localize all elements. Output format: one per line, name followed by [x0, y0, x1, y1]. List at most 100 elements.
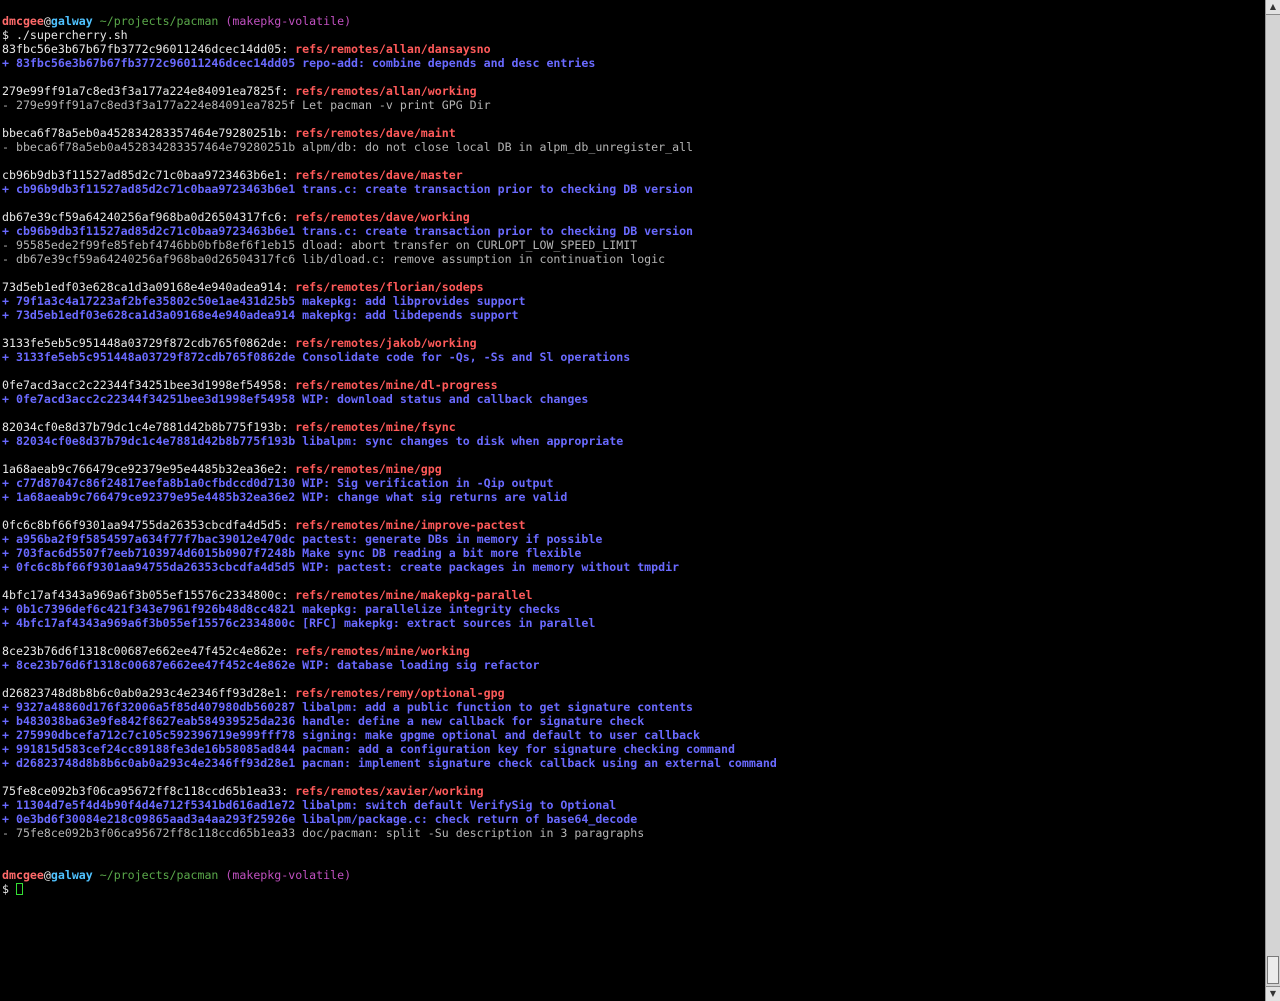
commit-sha: cb96b9db3f11527ad85d2c71c0baa9723463b6e1 — [15, 182, 296, 196]
commit-message: alpm/db: do not close local DB in alpm_d… — [302, 140, 694, 154]
branch-head-sha: 0fc6c8bf66f9301aa94755da26353cbcdfa4d5d5 — [2, 518, 282, 532]
branch-head-sha: 8ce23b76d6f1318c00687e662ee47f452c4e862e — [2, 644, 282, 658]
commit-sign: + — [2, 756, 9, 770]
branch-ref: refs/remotes/xavier/working — [295, 784, 484, 798]
commit-message: Let pacman -v print GPG Dir — [302, 98, 491, 112]
branch-ref: refs/remotes/remy/optional-gpg — [295, 686, 505, 700]
commit-sign: + — [2, 308, 9, 322]
commit-line-added: + 0e3bd6f30084e218c09865aad3a4aa293f2592… — [2, 812, 1264, 826]
commit-sign: + — [2, 602, 9, 616]
commit-message: pactest: generate DBs in memory if possi… — [302, 532, 603, 546]
commit-message: makepkg: add libdepends support — [302, 308, 519, 322]
scroll-down-icon[interactable]: ▼ — [1266, 986, 1280, 1001]
branch-head-sha: 3133fe5eb5c951448a03729f872cdb765f0862de — [2, 336, 282, 350]
commit-sha: 73d5eb1edf03e628ca1d3a09168e4e940adea914 — [15, 308, 296, 322]
branch-head-sha: 279e99ff91a7c8ed3f3a177a224e84091ea7825f — [2, 84, 282, 98]
commit-sha: d26823748d8b8b6c0ab0a293c4e2346ff93d28e1 — [15, 756, 296, 770]
commit-sha: 4bfc17af4343a969a6f3b055ef15576c2334800c — [15, 616, 296, 630]
commit-line-added: + 9327a48860d176f32006a5f85d407980db5602… — [2, 700, 1264, 714]
prompt-line: dmcgee@galway ~/projects/pacman (makepkg… — [2, 14, 1264, 28]
commit-sha: 991815d583cef24cc89188fe3de16b58085ad844 — [15, 742, 296, 756]
command-line: $ ./supercherry.sh — [2, 28, 1264, 42]
prompt-at: @ — [43, 14, 51, 28]
commit-message: pacman: add a configuration key for sign… — [302, 742, 735, 756]
branch-header: 279e99ff91a7c8ed3f3a177a224e84091ea7825f… — [2, 84, 477, 98]
commit-sign: - — [2, 826, 9, 840]
input-line[interactable]: $ — [2, 882, 1264, 896]
commit-sha: 8ce23b76d6f1318c00687e662ee47f452c4e862e — [15, 658, 296, 672]
commit-message: libalpm: switch default VerifySig to Opt… — [302, 798, 617, 812]
commit-message: doc/pacman: split -Su description in 3 p… — [302, 826, 645, 840]
commit-sha: db67e39cf59a64240256af968ba0d26504317fc6 — [15, 252, 296, 266]
branch-header: 83fbc56e3b67b67fb3772c96011246dcec14dd05… — [2, 42, 491, 56]
commit-sign: + — [2, 616, 9, 630]
branch-header: 73d5eb1edf03e628ca1d3a09168e4e940adea914… — [2, 280, 484, 294]
prompt-line: dmcgee@galway ~/projects/pacman (makepkg… — [2, 868, 1264, 882]
prompt-branch: (makepkg-volatile) — [225, 868, 352, 882]
commit-sign: + — [2, 560, 9, 574]
commit-sha: 1a68aeab9c766479ce92379e95e4485b32ea36e2 — [15, 490, 296, 504]
commit-line-added: + 0b1c7396def6c421f343e7961f926b48d8cc48… — [2, 602, 1264, 616]
commit-message: WIP: change what sig returns are valid — [302, 490, 568, 504]
branch-head-sha: d26823748d8b8b6c0ab0a293c4e2346ff93d28e1 — [2, 686, 282, 700]
commit-message: [RFC] makepkg: extract sources in parall… — [302, 616, 596, 630]
scroll-up-icon[interactable]: ▲ — [1266, 0, 1280, 15]
text-cursor[interactable] — [15, 883, 23, 895]
branch-ref: refs/remotes/dave/master — [295, 168, 463, 182]
branch-head-sha: bbeca6f78a5eb0a452834283357464e79280251b — [2, 126, 282, 140]
commit-line-removed: - db67e39cf59a64240256af968ba0d26504317f… — [2, 252, 1264, 266]
prompt-symbol: $ — [2, 882, 9, 896]
branch-header: db67e39cf59a64240256af968ba0d26504317fc6… — [2, 210, 470, 224]
commit-message: WIP: Sig verification in -Qip output — [302, 476, 554, 490]
commit-sha: 279e99ff91a7c8ed3f3a177a224e84091ea7825f — [15, 98, 296, 112]
branch-ref: refs/remotes/mine/fsync — [295, 420, 456, 434]
commit-line-added: + 275990dbcefa712c7c105c592396719e999fff… — [2, 728, 1264, 742]
commit-sha: 11304d7e5f4d4b90f4d4e712f5341bd616ad1e72 — [15, 798, 296, 812]
terminal-output[interactable]: dmcgee@galway ~/projects/pacman (makepkg… — [2, 14, 1264, 999]
prompt-symbol: $ — [2, 28, 9, 42]
commit-line-added: + 0fe7acd3acc2c22344f34251bee3d1998ef549… — [2, 392, 1264, 406]
commit-line-removed: - bbeca6f78a5eb0a452834283357464e7928025… — [2, 140, 1264, 154]
commit-line-added: + 8ce23b76d6f1318c00687e662ee47f452c4e86… — [2, 658, 1264, 672]
prompt-user: dmcgee — [2, 868, 44, 882]
commit-sha: 95585ede2f99fe85febf4746bb0bfb8ef6f1eb15 — [15, 238, 296, 252]
commit-line-added: + cb96b9db3f11527ad85d2c71c0baa9723463b6… — [2, 224, 1264, 238]
branch-header: 4bfc17af4343a969a6f3b055ef15576c2334800c… — [2, 588, 533, 602]
scrollbar-thumb[interactable] — [1267, 956, 1279, 984]
commit-sha: bbeca6f78a5eb0a452834283357464e79280251b — [15, 140, 296, 154]
commit-sha: c77d87047c86f24817eefa8b1a0cfbdccd0d7130 — [15, 476, 296, 490]
commit-sign: + — [2, 532, 9, 546]
branch-header: cb96b9db3f11527ad85d2c71c0baa9723463b6e1… — [2, 168, 463, 182]
commit-sha: 83fbc56e3b67b67fb3772c96011246dcec14dd05 — [15, 56, 296, 70]
commit-line-added: + a956ba2f9f5854597a634f77f7bac39012e470… — [2, 532, 1264, 546]
prompt-at: @ — [43, 868, 51, 882]
branch-header: 0fe7acd3acc2c22344f34251bee3d1998ef54958… — [2, 378, 498, 392]
branch-head-sha: db67e39cf59a64240256af968ba0d26504317fc6 — [2, 210, 282, 224]
vertical-scrollbar[interactable]: ▲ ▼ — [1265, 0, 1280, 1001]
commit-sign: + — [2, 490, 9, 504]
commit-message: makepkg: parallelize integrity checks — [302, 602, 561, 616]
commit-sign: - — [2, 238, 9, 252]
commit-message: Make sync DB reading a bit more flexible — [302, 546, 582, 560]
branch-header: 75fe8ce092b3f06ca95672ff8c118ccd65b1ea33… — [2, 784, 484, 798]
commit-line-added: + c77d87047c86f24817eefa8b1a0cfbdccd0d71… — [2, 476, 1264, 490]
commit-sign: + — [2, 294, 9, 308]
commit-sign: + — [2, 224, 9, 238]
commit-sha: 0e3bd6f30084e218c09865aad3a4aa293f25926e — [15, 812, 296, 826]
commit-message: trans.c: create transaction prior to che… — [302, 224, 694, 238]
commit-sha: a956ba2f9f5854597a634f77f7bac39012e470dc — [15, 532, 296, 546]
branch-ref: refs/remotes/allan/dansaysno — [295, 42, 491, 56]
branch-header: 1a68aeab9c766479ce92379e95e4485b32ea36e2… — [2, 462, 442, 476]
commit-sign: + — [2, 434, 9, 448]
commit-line-added: + 3133fe5eb5c951448a03729f872cdb765f0862… — [2, 350, 1264, 364]
branch-ref: refs/remotes/dave/maint — [295, 126, 456, 140]
prompt-branch: (makepkg-volatile) — [225, 14, 352, 28]
